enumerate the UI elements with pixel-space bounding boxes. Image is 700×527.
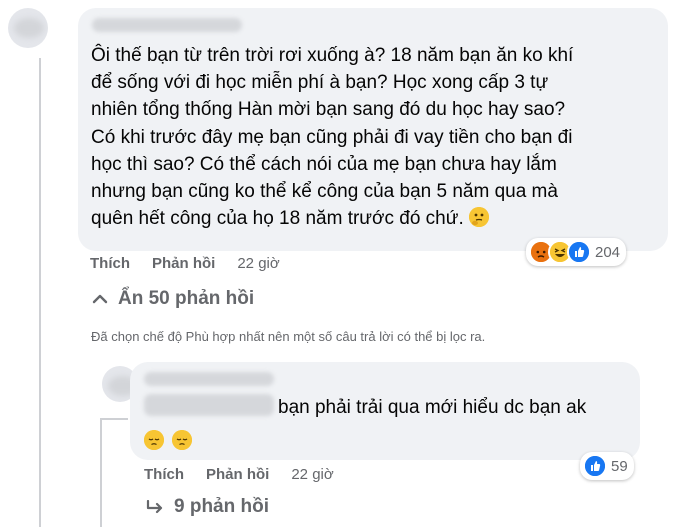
comment-reactions[interactable]: 204: [526, 238, 627, 266]
reply-bubble: bạn phải trải qua mới hiểu dc bạn ak: [130, 362, 640, 460]
comment-timestamp[interactable]: 22 giờ: [237, 255, 279, 272]
reply-arrow-icon: [146, 500, 163, 514]
view-replies-toggle[interactable]: 9 phản hồi: [146, 496, 269, 518]
reply-button[interactable]: Phản hồi: [152, 255, 215, 272]
commenter-name-redacted[interactable]: [92, 18, 242, 32]
reply-name-redacted[interactable]: [144, 372, 274, 386]
hide-replies-label: Ẩn 50 phản hồi: [118, 288, 255, 309]
reply-button[interactable]: Phản hồi: [206, 466, 269, 483]
like-button[interactable]: Thích: [144, 466, 184, 483]
like-reaction-icon: [567, 240, 591, 264]
reaction-count: 204: [595, 243, 621, 261]
thread-line-reply: [100, 420, 102, 527]
reply-actions: Thích Phản hồi 22 giờ: [144, 466, 334, 483]
like-reaction-icon: [583, 454, 607, 478]
hide-replies-toggle[interactable]: Ẩn 50 phản hồi: [92, 288, 254, 310]
reply-name-redacted-2: [144, 394, 274, 416]
filter-notice: Đã chọn chế độ Phù hợp nhất nên một số c…: [91, 329, 486, 344]
reply-text: bạn phải trải qua mới hiểu dc bạn ak: [278, 397, 587, 418]
pensive-face-emoji: [172, 430, 193, 450]
comment-text: Ôi thế bạn từ trên trời rơi xuống à? 18 …: [91, 42, 661, 232]
reply-reactions[interactable]: 59: [580, 452, 634, 480]
comment-bubble: Ôi thế bạn từ trên trời rơi xuống à? 18 …: [78, 8, 668, 251]
like-button[interactable]: Thích: [90, 255, 130, 272]
reply-timestamp[interactable]: 22 giờ: [291, 466, 333, 483]
comment-actions: Thích Phản hồi 22 giờ: [90, 255, 280, 272]
pensive-face-emoji: [144, 430, 164, 450]
reply-emojis: [144, 430, 193, 452]
view-replies-label: 9 phản hồi: [174, 496, 269, 517]
comment-body: Ôi thế bạn từ trên trời rơi xuống à? 18 …: [91, 45, 574, 230]
reaction-count: 59: [611, 457, 628, 475]
thread-line-main: [39, 58, 41, 527]
thinking-face-emoji: [469, 207, 490, 228]
thread-line-reply-branch: [100, 418, 128, 420]
commenter-avatar[interactable]: [8, 8, 48, 48]
chevron-up-icon: [92, 294, 108, 304]
